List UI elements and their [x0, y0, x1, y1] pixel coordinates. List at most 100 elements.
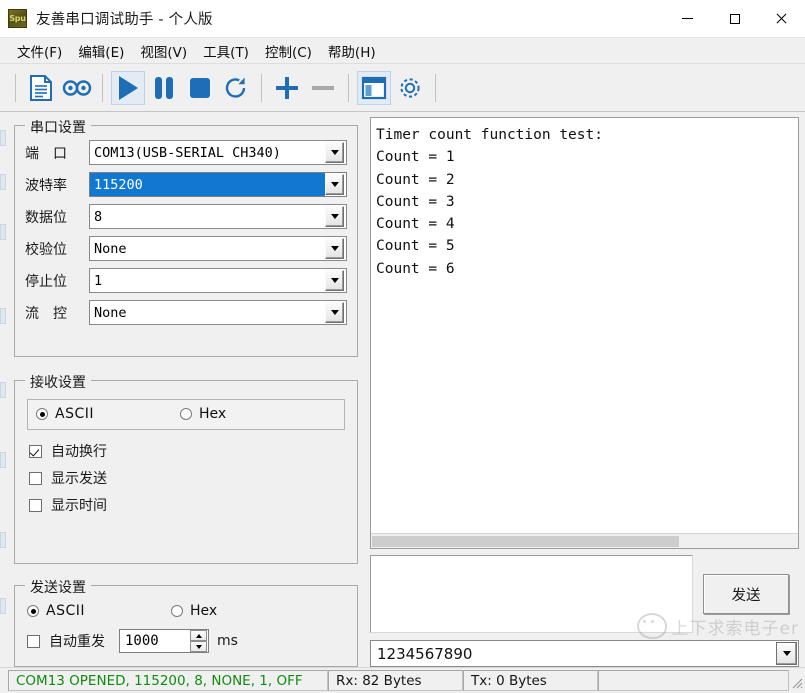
checkbox-show-time[interactable]: 显示时间	[29, 492, 347, 519]
auto-resend-label: 自动重发	[49, 634, 105, 651]
chevron-down-icon[interactable]	[325, 174, 344, 195]
main-content: 串口设置 端 口 COM13(USB-SERIAL CH340) 波特率 115…	[0, 112, 805, 667]
receive-format-hex-label: Hex	[199, 406, 227, 423]
chevron-down-icon[interactable]	[325, 270, 344, 291]
menu-file[interactable]: 文件(F)	[9, 38, 70, 64]
baudrate-combo-value: 115200	[90, 173, 325, 196]
databits-combo[interactable]: 8	[89, 204, 347, 229]
send-settings-group: 发送设置 ASCII Hex 自动重发 1000 ms	[14, 577, 358, 667]
send-input[interactable]	[370, 555, 693, 633]
checkbox-show-send[interactable]: 显示发送	[29, 465, 347, 492]
serial-settings-group: 串口设置 端 口 COM13(USB-SERIAL CH340) 波特率 115…	[14, 117, 358, 357]
checkbox-show-time-label: 显示时间	[51, 498, 107, 515]
menu-help[interactable]: 帮助(H)	[320, 38, 384, 64]
stepper-buttons[interactable]	[190, 630, 207, 653]
chevron-down-icon[interactable]	[325, 238, 344, 259]
receive-settings-legend: 接收设置	[25, 371, 91, 392]
radio-unselected-icon	[171, 605, 183, 618]
flowcontrol-combo[interactable]: None	[89, 300, 347, 325]
chevron-down-icon[interactable]	[325, 302, 344, 323]
port-combo[interactable]: COM13(USB-SERIAL CH340)	[89, 140, 347, 165]
send-format-ascii[interactable]: ASCII	[27, 603, 85, 619]
stepper-up-button[interactable]	[190, 630, 207, 642]
toolbar-play-button[interactable]	[111, 70, 145, 105]
resize-grip[interactable]	[789, 670, 805, 691]
toolbar-pause-button[interactable]	[147, 71, 181, 105]
receive-text: Timer count function test: Count = 1 Cou…	[376, 127, 603, 277]
receive-area[interactable]: Timer count function test: Count = 1 Cou…	[370, 117, 799, 549]
field-port: 端 口 COM13(USB-SERIAL CH340)	[25, 140, 347, 165]
chevron-down-icon[interactable]	[325, 206, 344, 227]
databits-combo-value: 8	[94, 208, 103, 225]
menu-tools[interactable]: 工具(T)	[195, 38, 257, 64]
receive-format-group: ASCII Hex	[27, 398, 345, 430]
toolbar-separator	[348, 73, 349, 102]
toolbar-add-button[interactable]	[270, 71, 304, 105]
window-icon	[361, 76, 387, 100]
checkbox-unchecked-icon[interactable]	[27, 634, 40, 648]
status-extra	[598, 670, 789, 691]
field-stopbits: 停止位 1	[25, 268, 347, 293]
field-flowcontrol: 流 控 None	[25, 300, 347, 325]
stepper-down-button[interactable]	[190, 641, 207, 653]
field-parity-label: 校验位	[25, 241, 67, 258]
chevron-up-icon	[195, 633, 202, 638]
baudrate-combo[interactable]: 115200	[89, 172, 347, 197]
toolbar-separator	[15, 73, 16, 102]
status-port: COM13 OPENED, 115200, 8, NONE, 1, OFF	[8, 670, 328, 691]
field-baudrate-label: 波特率	[25, 177, 67, 194]
stopbits-combo[interactable]: 1	[89, 268, 347, 293]
receive-horizontal-scrollbar[interactable]	[371, 533, 798, 548]
edge-ghost-strip	[0, 112, 7, 667]
minimize-icon	[682, 18, 693, 19]
send-button-wrap: 发送	[693, 555, 799, 633]
receive-format-hex[interactable]: Hex	[180, 406, 226, 422]
document-icon	[29, 74, 53, 101]
toolbar-refresh-button[interactable]	[219, 71, 253, 105]
send-history-combo[interactable]: 1234567890	[370, 640, 799, 667]
send-button[interactable]: 发送	[703, 574, 789, 614]
send-format-hex-label: Hex	[190, 603, 218, 620]
field-port-label: 端 口	[25, 145, 67, 162]
menu-view[interactable]: 视图(V)	[132, 38, 195, 64]
chevron-down-icon	[195, 644, 202, 649]
receive-format-ascii[interactable]: ASCII	[36, 406, 94, 422]
send-format-ascii-label: ASCII	[46, 603, 85, 620]
status-rx: Rx: 82 Bytes	[328, 670, 463, 691]
toolbar-loop-button[interactable]	[60, 71, 94, 105]
minimize-button[interactable]	[664, 0, 711, 37]
send-history-value: 1234567890	[377, 644, 473, 663]
toolbar-document-button[interactable]	[24, 71, 58, 105]
checkbox-unchecked-icon	[29, 471, 42, 485]
window-controls	[664, 0, 805, 37]
checkbox-auto-wrap[interactable]: 自动换行	[29, 438, 347, 465]
flowcontrol-combo-value: None	[94, 304, 127, 321]
chevron-down-icon[interactable]	[776, 642, 797, 665]
close-button[interactable]	[758, 0, 805, 37]
menu-edit[interactable]: 编辑(E)	[70, 38, 132, 64]
toolbar-settings-button[interactable]	[393, 71, 427, 105]
radio-selected-icon	[36, 408, 48, 421]
toolbar-remove-button[interactable]	[306, 71, 340, 105]
toolbar-stop-button[interactable]	[183, 71, 217, 105]
resend-unit-label: ms	[217, 633, 238, 650]
checkbox-auto-wrap-label: 自动换行	[51, 444, 107, 461]
menu-control[interactable]: 控制(C)	[257, 38, 320, 64]
scrollbar-thumb[interactable]	[372, 535, 680, 547]
status-bar: COM13 OPENED, 115200, 8, NONE, 1, OFF Rx…	[0, 667, 805, 693]
toolbar-window-button[interactable]	[357, 70, 391, 105]
chevron-down-icon[interactable]	[325, 142, 344, 163]
field-baudrate: 波特率 115200	[25, 172, 347, 197]
radio-selected-icon	[27, 605, 39, 618]
parity-combo[interactable]: None	[89, 236, 347, 261]
maximize-icon	[729, 13, 740, 24]
field-databits-label: 数据位	[25, 209, 67, 226]
receive-settings-group: 接收设置 ASCII Hex 自动换行 显示发送 显示时间	[14, 371, 358, 565]
receive-format-ascii-label: ASCII	[55, 406, 94, 423]
auto-resend-row: 自动重发 1000 ms	[27, 627, 347, 655]
send-format-hex[interactable]: Hex	[171, 603, 217, 619]
maximize-button[interactable]	[711, 0, 758, 37]
send-settings-legend: 发送设置	[25, 577, 91, 598]
resend-interval-stepper[interactable]: 1000	[119, 629, 209, 654]
serial-assistant-window: Spu 友善串口调试助手 - 个人版 文件(F) 编辑(E) 视图(V) 工具(…	[0, 0, 805, 693]
